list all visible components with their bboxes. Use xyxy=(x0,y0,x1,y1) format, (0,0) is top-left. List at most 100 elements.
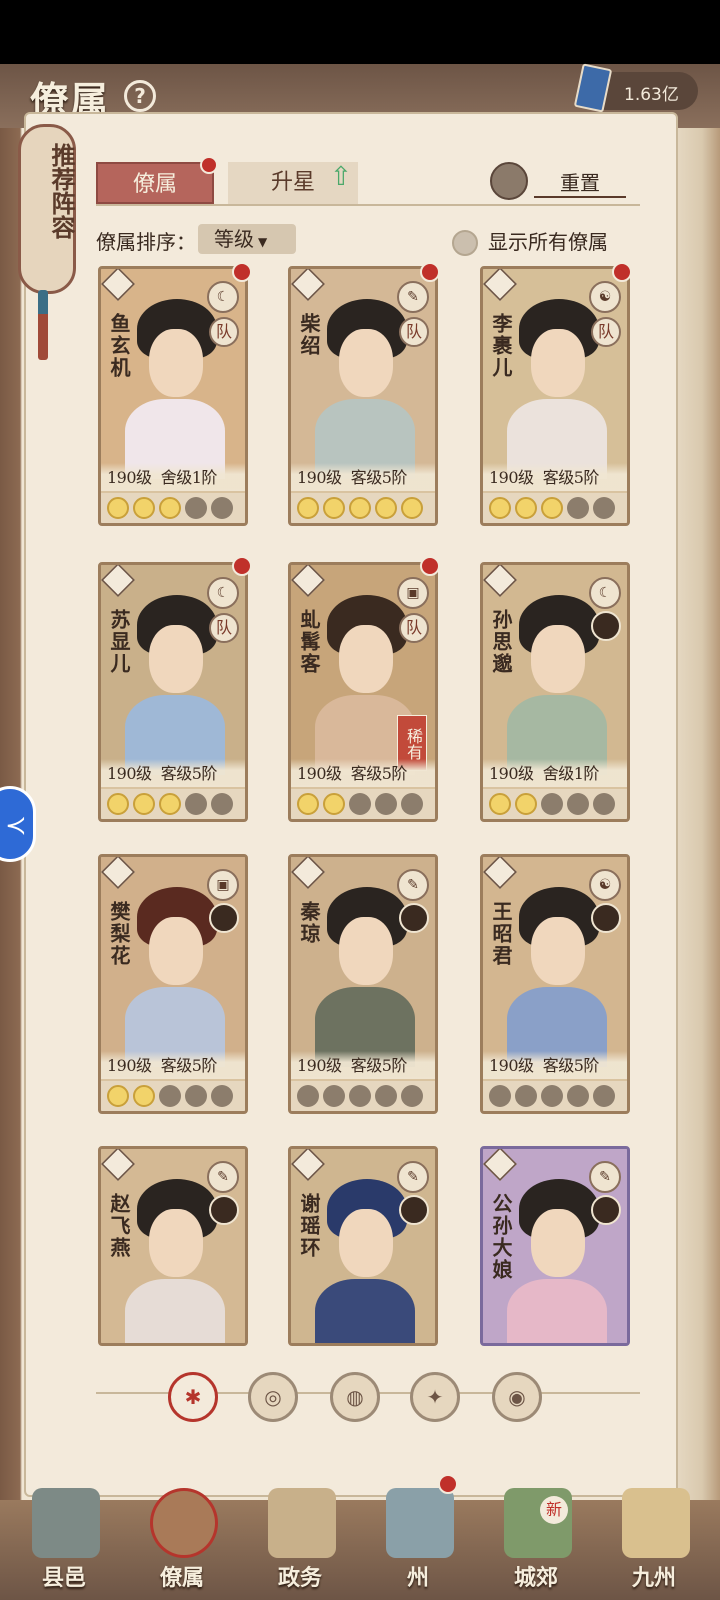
portrait-face xyxy=(149,917,203,985)
tab-subordinates[interactable]: 僚属 xyxy=(96,162,214,204)
level-info: 190级 客级5阶 xyxy=(483,1051,627,1079)
portrait-face xyxy=(149,329,203,397)
level: 190级 xyxy=(297,1056,342,1075)
character-card[interactable]: 虬髯客 ▣ 队稀有 190级 客级5阶 xyxy=(288,562,438,822)
star-icon xyxy=(489,497,511,519)
partner-avatar xyxy=(591,903,621,933)
skill-icon: ▣ xyxy=(207,869,239,901)
show-all-checkbox[interactable] xyxy=(452,230,478,256)
nav-suburbs[interactable]: 城郊 xyxy=(486,1488,586,1598)
character-card[interactable]: 公孙大娘 ✎ xyxy=(480,1146,630,1346)
character-card[interactable]: 谢瑶环 ✎ xyxy=(288,1146,438,1346)
character-card[interactable]: 赵飞燕 ✎ xyxy=(98,1146,248,1346)
rank: 客级5阶 xyxy=(542,1056,600,1075)
partner-avatar xyxy=(591,611,621,641)
partner-avatar xyxy=(209,1195,239,1225)
help-icon[interactable]: ? xyxy=(124,80,156,112)
level: 190级 xyxy=(107,764,152,783)
star-icon xyxy=(515,497,537,519)
star-icon xyxy=(185,793,207,815)
card-notification-dot xyxy=(420,262,440,282)
star-icon xyxy=(185,497,207,519)
star-icon xyxy=(349,497,371,519)
reset-button[interactable]: 重置 xyxy=(534,168,626,198)
county-icon xyxy=(32,1488,100,1558)
portrait-face xyxy=(339,625,393,693)
notification-dot xyxy=(200,156,218,174)
level: 190级 xyxy=(107,1056,152,1075)
character-name: 虬髯客 xyxy=(297,609,321,675)
filter-class-1-button[interactable]: ◎ xyxy=(248,1372,298,1422)
portrait-face xyxy=(339,917,393,985)
character-card[interactable]: 孙思邈 ☾ 190级 舍级1阶 xyxy=(480,562,630,822)
star-icon xyxy=(541,1085,563,1107)
filter-class-2-button[interactable]: ◍ xyxy=(330,1372,380,1422)
level: 190级 xyxy=(107,468,152,487)
star-icon xyxy=(375,793,397,815)
portrait-face xyxy=(149,1209,203,1277)
star-row xyxy=(483,789,627,819)
nav-prefecture[interactable]: 州 xyxy=(368,1488,468,1598)
star-row xyxy=(291,493,435,523)
star-icon xyxy=(401,497,423,519)
character-name: 苏显儿 xyxy=(107,609,131,675)
star-icon xyxy=(489,793,511,815)
show-all-label: 显示所有僚属 xyxy=(488,230,608,254)
level: 190级 xyxy=(489,764,534,783)
star-icon xyxy=(515,1085,537,1107)
star-icon xyxy=(567,793,589,815)
rank: 客级5阶 xyxy=(350,764,408,783)
nav-nine-provinces-label: 九州 xyxy=(631,1565,676,1591)
rank: 客级5阶 xyxy=(350,468,408,487)
character-card[interactable]: 苏显儿 ☾ 队 190级 客级5阶 xyxy=(98,562,248,822)
reset-icon[interactable] xyxy=(490,162,528,200)
character-card[interactable]: 柴绍 ✎ 队 190级 客级5阶 xyxy=(288,266,438,526)
level-info: 190级 舍级1阶 xyxy=(483,759,627,787)
nav-subordinates[interactable]: 僚属 xyxy=(132,1488,232,1598)
skill-icon: ✎ xyxy=(207,1161,239,1193)
star-row xyxy=(101,493,245,523)
character-card[interactable]: 王昭君 ☯ 190级 客级5阶 xyxy=(480,854,630,1114)
filter-class-3-button[interactable]: ✦ xyxy=(410,1372,460,1422)
skill-icon: ☾ xyxy=(207,577,239,609)
rank: 客级5阶 xyxy=(160,1056,218,1075)
character-name: 赵飞燕 xyxy=(107,1193,131,1259)
partner-avatar xyxy=(399,903,429,933)
star-icon xyxy=(541,793,563,815)
partner-avatar xyxy=(399,1195,429,1225)
skill-icon: ☾ xyxy=(589,577,621,609)
star-icon xyxy=(211,793,233,815)
skill-icon: ✎ xyxy=(397,869,429,901)
currency-display[interactable]: 1.63亿 xyxy=(573,63,698,113)
level-info: 190级 客级5阶 xyxy=(101,759,245,787)
floating-assist-button[interactable]: ≺ xyxy=(0,786,36,862)
character-card[interactable]: 李裹儿 ☯ 队 190级 客级5阶 xyxy=(480,266,630,526)
character-card[interactable]: 樊梨花 ▣ 190级 客级5阶 xyxy=(98,854,248,1114)
level-info: 190级 客级5阶 xyxy=(483,463,627,491)
nav-nine-provinces[interactable]: 九州 xyxy=(604,1488,704,1598)
skill-icon: ☾ xyxy=(207,281,239,313)
character-name: 公孙大娘 xyxy=(489,1193,513,1281)
character-card[interactable]: 秦琼 ✎ 190级 客级5阶 xyxy=(288,854,438,1114)
team-badge: 队 xyxy=(399,613,429,643)
recommend-lineup-button[interactable]: 推荐阵容 xyxy=(18,124,76,294)
star-icon xyxy=(159,497,181,519)
nav-affairs[interactable]: 政务 xyxy=(250,1488,350,1598)
star-icon xyxy=(133,793,155,815)
character-card[interactable]: 鱼玄机 ☾ 队 190级 舍级1阶 xyxy=(98,266,248,526)
filter-class-4-button[interactable]: ◉ xyxy=(492,1372,542,1422)
partner-avatar xyxy=(209,903,239,933)
sort-dropdown[interactable]: 等级 ▼ xyxy=(198,224,296,254)
star-icon xyxy=(211,1085,233,1107)
character-name: 樊梨花 xyxy=(107,901,131,967)
team-badge: 队 xyxy=(209,317,239,347)
signal-icon: ≺ xyxy=(5,811,27,841)
nav-prefecture-label: 州 xyxy=(406,1565,429,1591)
tassel-decoration xyxy=(38,290,48,360)
nav-county[interactable]: 县邑 xyxy=(14,1488,114,1598)
star-icon xyxy=(159,1085,181,1107)
star-icon xyxy=(349,793,371,815)
filter-all-button[interactable]: ✱ xyxy=(168,1372,218,1422)
level: 190级 xyxy=(297,468,342,487)
up-arrow-icon: ⇧ xyxy=(330,162,352,192)
